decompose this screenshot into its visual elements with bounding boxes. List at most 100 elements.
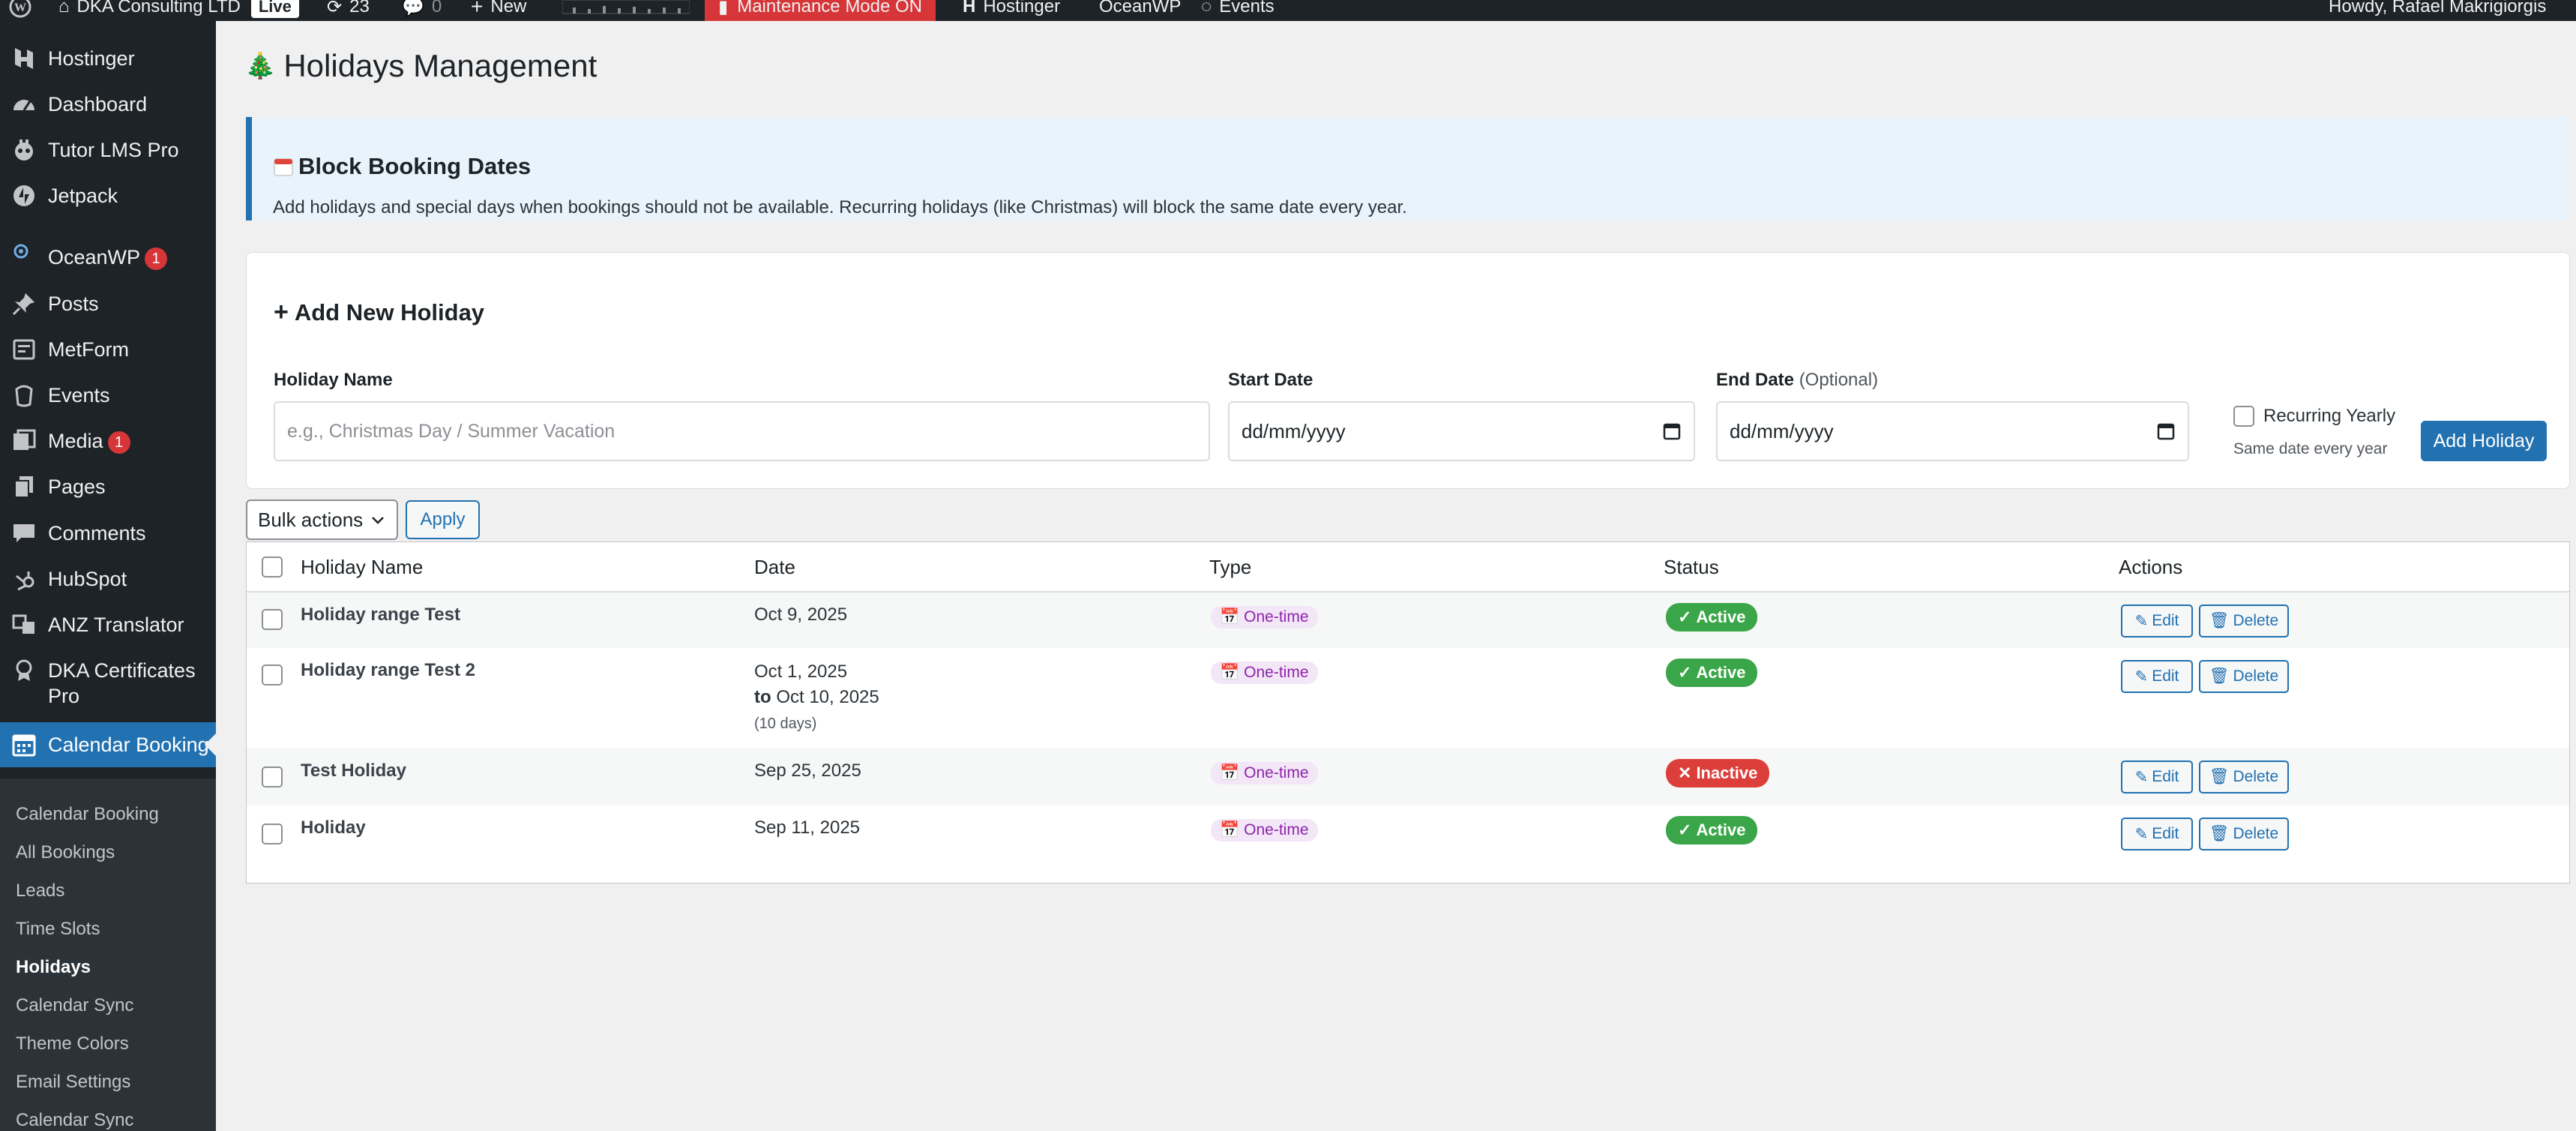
end-date-input[interactable]: dd/mm/yyyy: [1716, 401, 2189, 461]
hostinger-icon: [0, 46, 48, 71]
notice-title: Block Booking Dates: [273, 153, 531, 180]
hubspot-icon: [0, 566, 48, 592]
comments-link[interactable]: 💬 0: [402, 0, 442, 21]
submenu-item-time-slots[interactable]: Time Slots: [16, 919, 100, 940]
holidays-table: Holiday Name Date Type Status Actions Ho…: [246, 542, 2570, 884]
status-badge: ✓ Active: [1666, 658, 1758, 687]
certificate-icon: [0, 658, 48, 683]
updates-link[interactable]: ⟳ 23: [327, 0, 370, 21]
info-notice: Block Booking Dates Add holidays and spe…: [246, 117, 2570, 220]
oceanwp-link[interactable]: OceanWP: [1099, 0, 1181, 21]
page-title: 🎄 Holidays Management: [244, 48, 597, 84]
add-holiday-button[interactable]: Add Holiday: [2421, 421, 2547, 461]
submenu-item-holidays[interactable]: Holidays: [16, 957, 91, 978]
row-checkbox[interactable]: [262, 766, 283, 788]
new-content-link[interactable]: + New: [471, 0, 526, 21]
type-badge: 📅 One-time: [1211, 819, 1318, 842]
type-badge-label: One-time: [1244, 764, 1309, 782]
column-header-date[interactable]: Date: [754, 542, 795, 592]
hostinger-link[interactable]: H Hostinger: [963, 0, 1060, 21]
admin-bar: W ⌂ DKA Consulting LTD Live ⟳ 23 💬 0 + N…: [0, 0, 2576, 21]
recurring-yearly-label: Recurring Yearly: [2263, 406, 2396, 426]
holiday-name-input[interactable]: [274, 401, 1210, 461]
sidebar-item-oceanwp[interactable]: OceanWP 1: [0, 244, 216, 270]
calendar-emoji-icon: [274, 158, 293, 176]
events-icon: ◌: [1201, 0, 1212, 16]
sidebar-item-jetpack[interactable]: Jetpack: [0, 183, 216, 208]
column-header-status[interactable]: Status: [1664, 542, 1719, 592]
delete-button[interactable]: 🗑 Delete: [2199, 760, 2289, 794]
edit-button[interactable]: ✎ Edit: [2121, 760, 2193, 794]
type-badge: 📅 One-time: [1211, 606, 1318, 628]
performance-graph[interactable]: [562, 0, 690, 21]
table-row: Holiday range Test 2 Oct 1, 2025 to Oct …: [247, 648, 2569, 748]
holiday-name: Holiday range Test 2: [301, 660, 475, 680]
sidebar-item-hubspot[interactable]: HubSpot: [0, 566, 216, 592]
edit-button[interactable]: ✎ Edit: [2121, 604, 2193, 638]
site-name-link[interactable]: ⌂ DKA Consulting LTD Live: [58, 0, 299, 21]
recurring-yearly-toggle[interactable]: Recurring Yearly: [2233, 406, 2395, 427]
plus-icon: +: [471, 0, 484, 18]
delete-button[interactable]: 🗑 Delete: [2199, 604, 2289, 638]
submenu-item-theme-colors[interactable]: Theme Colors: [16, 1034, 129, 1054]
holiday-date: Sep 11, 2025: [754, 818, 861, 838]
howdy-label: Howdy, Rafael Makrigiorgis: [2329, 0, 2547, 16]
type-badge-label: One-time: [1244, 664, 1309, 681]
type-badge-label: One-time: [1244, 821, 1309, 838]
sidebar-item-media[interactable]: Media 1: [0, 428, 216, 454]
submenu-item-calendar-sync-2[interactable]: Calendar Sync: [16, 1110, 133, 1131]
check-icon: ✓: [1678, 608, 1692, 626]
sidebar-item-label: OceanWP: [48, 246, 141, 268]
notification-count-badge: 1: [107, 430, 130, 454]
column-header-name[interactable]: Holiday Name: [301, 542, 423, 592]
submenu-item-email-settings[interactable]: Email Settings: [16, 1072, 130, 1093]
row-checkbox[interactable]: [262, 664, 283, 686]
recurring-yearly-checkbox[interactable]: [2233, 406, 2254, 427]
apply-button[interactable]: Apply: [406, 500, 480, 539]
calendar-icon: [0, 732, 48, 758]
column-header-type[interactable]: Type: [1209, 542, 1251, 592]
sidebar-item-pages[interactable]: Pages: [0, 474, 216, 500]
sidebar-item-events[interactable]: Events: [0, 382, 216, 408]
row-checkbox[interactable]: [262, 609, 283, 630]
notice-title-text: Block Booking Dates: [298, 153, 532, 179]
submenu-item-calendar-sync[interactable]: Calendar Sync: [16, 995, 133, 1016]
delete-button[interactable]: 🗑 Delete: [2199, 818, 2289, 850]
my-account-link[interactable]: Howdy, Rafael Makrigiorgis: [2329, 0, 2546, 21]
sidebar-item-hostinger[interactable]: Hostinger: [0, 46, 216, 71]
sidebar-item-label: Pages: [48, 476, 106, 498]
holiday-date-start: Oct 1, 2025: [754, 662, 848, 682]
calendar-picker-icon[interactable]: [2156, 422, 2176, 441]
wordpress-logo-icon[interactable]: W: [9, 0, 31, 21]
delete-button[interactable]: 🗑 Delete: [2199, 660, 2289, 693]
sidebar-item-posts[interactable]: Posts: [0, 291, 216, 316]
submenu-item-all-bookings[interactable]: All Bookings: [16, 842, 115, 863]
status-badge-label: Active: [1696, 820, 1746, 839]
sidebar-item-metform[interactable]: MetForm: [0, 337, 216, 362]
hostinger-icon: H: [963, 0, 976, 16]
sidebar-item-tutor-lms-pro[interactable]: Tutor LMS Pro: [0, 137, 216, 163]
sidebar-item-label: Media: [48, 430, 103, 452]
submenu-item-calendar-booking[interactable]: Calendar Booking: [16, 804, 159, 825]
bulk-actions-select[interactable]: Bulk actions: [246, 500, 398, 540]
sidebar-item-comments[interactable]: Comments: [0, 520, 216, 546]
sidebar-item-calendar-booking[interactable]: Calendar Booking: [0, 722, 216, 767]
row-checkbox[interactable]: [262, 824, 283, 844]
calendar-picker-icon[interactable]: [1662, 422, 1682, 441]
events-link[interactable]: ◌ Events: [1201, 0, 1275, 21]
pencil-icon: ✎: [2134, 768, 2149, 786]
maintenance-mode-link[interactable]: ▮ Maintenance Mode ON: [705, 0, 936, 21]
edit-button[interactable]: ✎ Edit: [2121, 660, 2193, 693]
sidebar-item-dka-certificates-pro[interactable]: DKA Certificates Pro: [0, 658, 216, 709]
site-name: DKA Consulting LTD: [76, 0, 241, 16]
submenu-item-leads[interactable]: Leads: [16, 880, 64, 902]
sidebar-item-dashboard[interactable]: Dashboard: [0, 92, 216, 117]
select-all-checkbox[interactable]: [262, 556, 283, 578]
end-date-label: End Date (Optional): [1716, 370, 1878, 391]
type-badge: 📅 One-time: [1211, 662, 1318, 684]
edit-button[interactable]: ✎ Edit: [2121, 818, 2193, 850]
status-badge: ✕ Inactive: [1666, 759, 1770, 788]
sidebar-item-anz-translator[interactable]: ANZ Translator: [0, 612, 216, 638]
start-date-input[interactable]: dd/mm/yyyy: [1228, 401, 1695, 461]
check-icon: ✓: [1678, 663, 1692, 682]
